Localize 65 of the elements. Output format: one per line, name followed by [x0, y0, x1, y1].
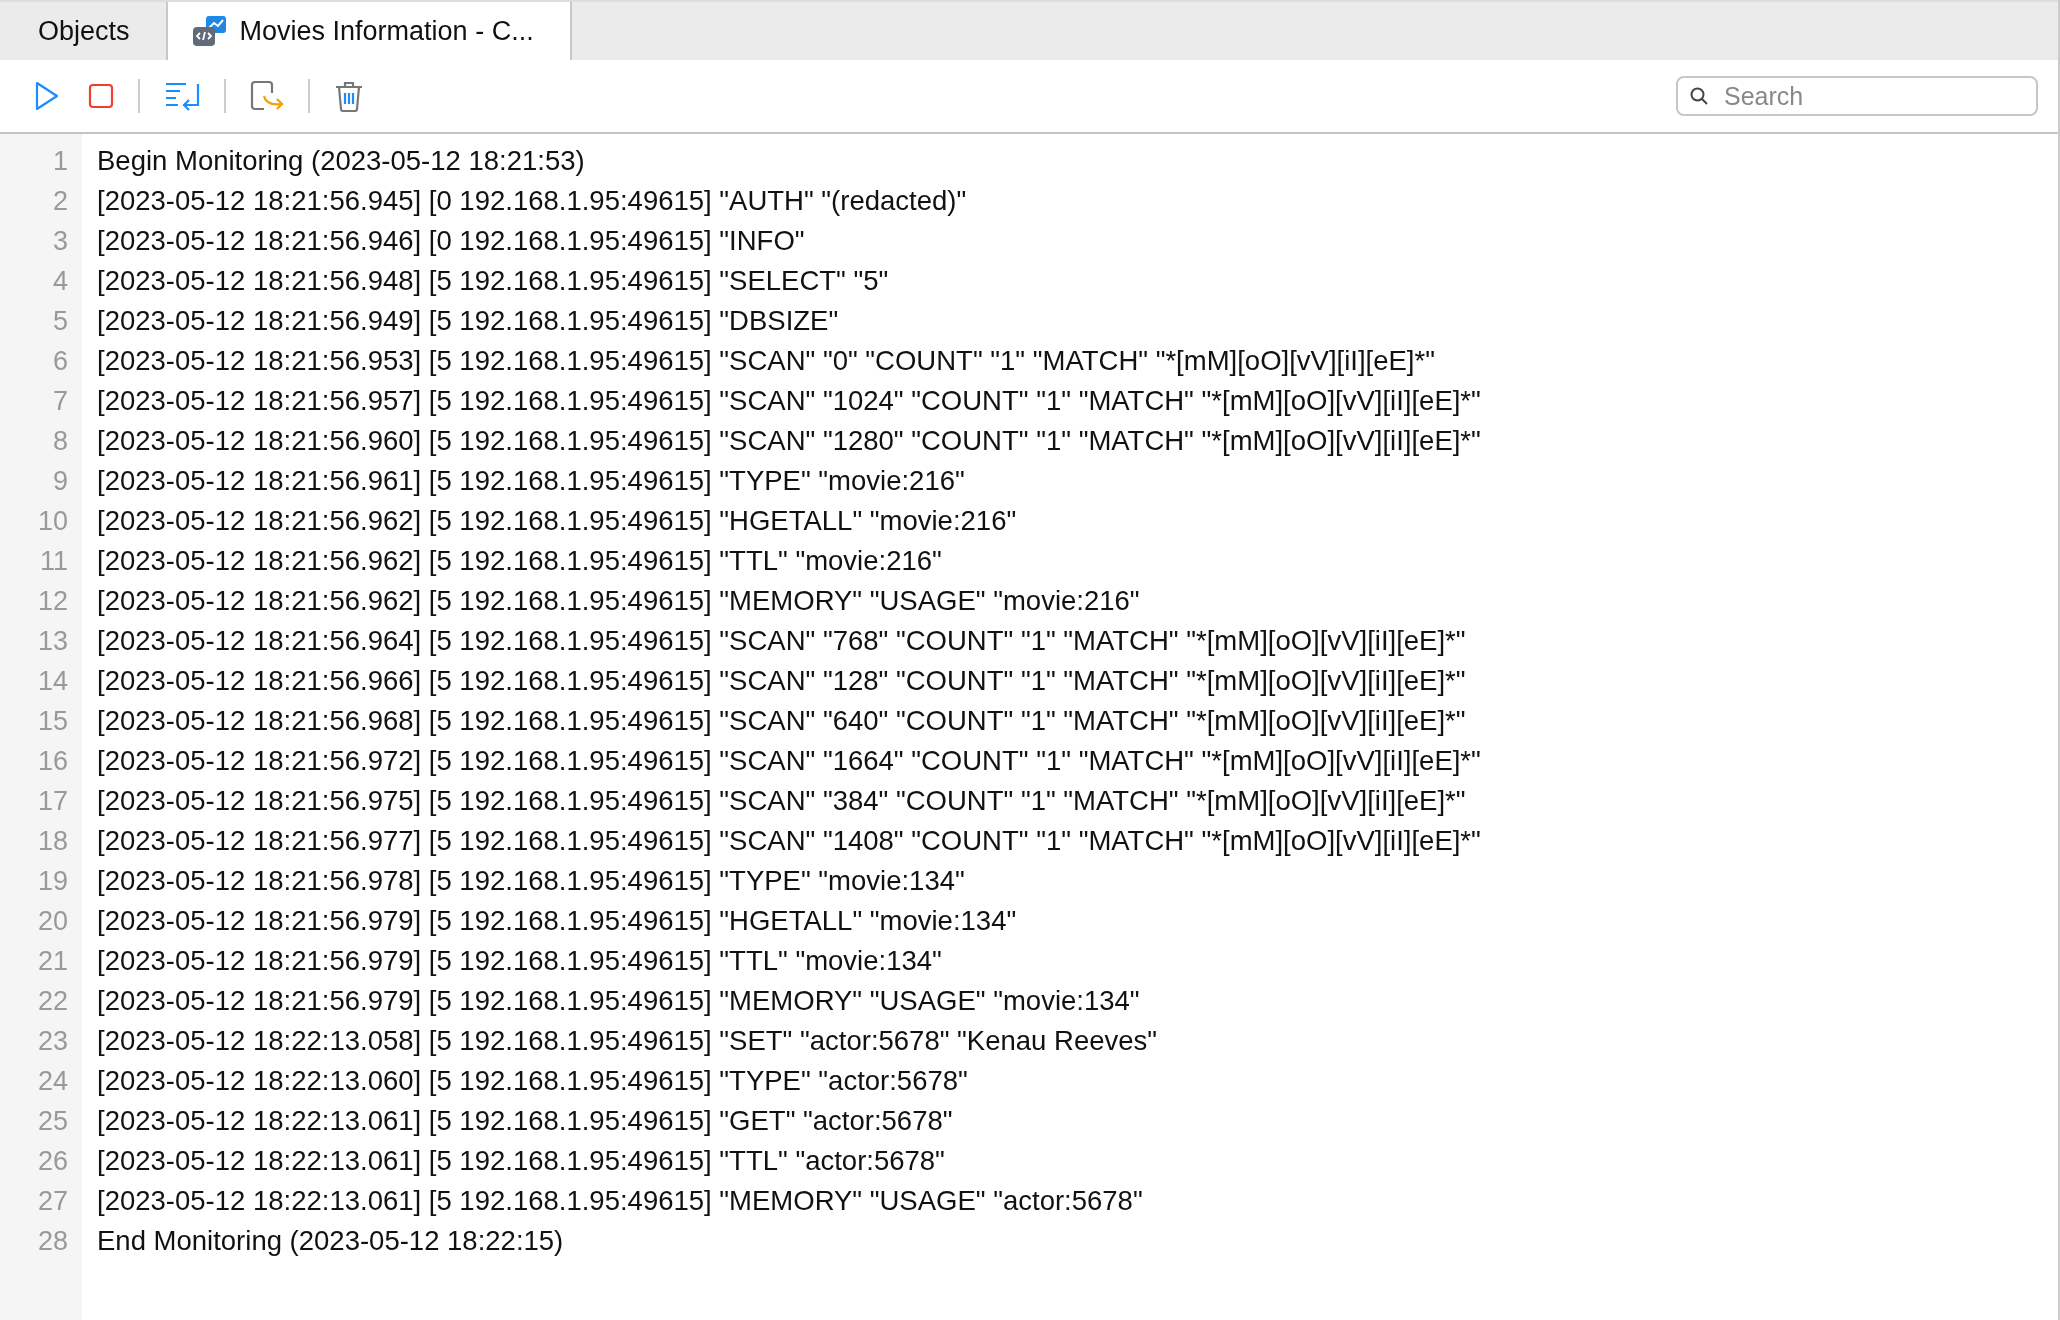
trash-icon [334, 80, 364, 112]
line-number: 4 [51, 265, 69, 298]
log-line: [2023-05-12 18:21:56.945] [0 192.168.1.95:49615] "AUTH" "(redacted)" [97, 184, 968, 218]
log-line: End Monitoring (2023-05-12 18:22:15) [97, 1224, 565, 1258]
line-number: 9 [51, 465, 69, 498]
line-number: 24 [36, 1065, 69, 1098]
line-number: 19 [36, 865, 69, 898]
log-line: [2023-05-12 18:21:56.978] [5 192.168.1.95:49615] "TYPE" "movie:134" [97, 864, 966, 898]
log-line: [2023-05-12 18:22:13.058] [5 192.168.1.95:49615] "SET" "actor:5678" "Kenau Reeves" [97, 1024, 1159, 1058]
log-line: [2023-05-12 18:22:13.061] [5 192.168.1.95:49615] "MEMORY" "USAGE" "actor:5678" [97, 1184, 1144, 1218]
search-field[interactable]: Search [1676, 76, 2038, 116]
log-line: [2023-05-12 18:21:56.975] [5 192.168.1.95:49615] "SCAN" "384" "COUNT" "1" "MATCH" "*[mM][oO][vV][iI][eE]*" [97, 784, 1467, 818]
line-number: 2 [51, 185, 69, 218]
log-line: [2023-05-12 18:21:56.966] [5 192.168.1.95:49615] "SCAN" "128" "COUNT" "1" "MATCH" "*[mM][oO][vV][iI][eE]*" [97, 664, 1467, 698]
export-icon [250, 80, 284, 112]
log-line: [2023-05-12 18:21:56.979] [5 192.168.1.95:49615] "TTL" "movie:134" [97, 944, 943, 978]
log-line: [2023-05-12 18:21:56.962] [5 192.168.1.95:49615] "MEMORY" "USAGE" "movie:216" [97, 584, 1141, 618]
log-line: [2023-05-12 18:21:56.961] [5 192.168.1.95:49615] "TYPE" "movie:216" [97, 464, 966, 498]
line-number: 7 [51, 385, 69, 418]
log-line: Begin Monitoring (2023-05-12 18:21:53) [97, 144, 586, 178]
log-line: [2023-05-12 18:21:56.949] [5 192.168.1.95:49615] "DBSIZE" [97, 304, 840, 338]
log-line: [2023-05-12 18:21:56.957] [5 192.168.1.95:49615] "SCAN" "1024" "COUNT" "1" "MATCH" "*[mM][oO][vV][iI][eE]*" [97, 384, 1481, 418]
log-line: [2023-05-12 18:21:56.979] [5 192.168.1.95:49615] "MEMORY" "USAGE" "movie:134" [97, 984, 1141, 1018]
log-line: [2023-05-12 18:22:13.061] [5 192.168.1.95:49615] "TTL" "actor:5678" [97, 1144, 946, 1178]
line-number: 3 [51, 225, 69, 258]
line-number: 21 [36, 945, 69, 978]
line-number: 15 [36, 705, 69, 738]
line-number: 22 [36, 985, 69, 1018]
log-line: [2023-05-12 18:21:56.960] [5 192.168.1.95:49615] "SCAN" "1280" "COUNT" "1" "MATCH" "*[mM][oO][vV][iI][eE]*" [97, 424, 1481, 458]
line-number: 11 [38, 545, 69, 578]
line-number: 8 [51, 425, 69, 458]
log-line: [2023-05-12 18:21:56.964] [5 192.168.1.95:49615] "SCAN" "768" "COUNT" "1" "MATCH" "*[mM][oO][vV][iI][eE]*" [97, 624, 1467, 658]
log-line: [2023-05-12 18:21:56.972] [5 192.168.1.95:49615] "SCAN" "1664" "COUNT" "1" "MATCH" "*[mM][oO][vV][iI][eE]*" [97, 744, 1481, 778]
line-number: 5 [51, 305, 69, 338]
play-icon [34, 81, 60, 111]
log-line: [2023-05-12 18:22:13.061] [5 192.168.1.95:49615] "GET" "actor:5678" [97, 1104, 954, 1138]
line-number: 26 [36, 1145, 69, 1178]
line-number: 23 [36, 1025, 69, 1058]
line-number: 14 [36, 665, 69, 698]
wrap-lines-icon [164, 81, 200, 111]
line-number: 20 [36, 905, 69, 938]
line-number: 28 [36, 1225, 69, 1258]
log-line: [2023-05-12 18:21:56.946] [0 192.168.1.95:49615] "INFO" [97, 224, 806, 258]
line-number: 10 [36, 505, 69, 538]
line-number: 16 [36, 745, 69, 778]
tab[interactable]: Movies Information - C... [167, 2, 572, 60]
log-line: [2023-05-12 18:21:56.962] [5 192.168.1.95:49615] "TTL" "movie:216" [97, 544, 943, 578]
search-icon [1689, 86, 1709, 106]
line-number: 25 [36, 1105, 69, 1138]
log-line: [2023-05-12 18:22:13.060] [5 192.168.1.95:49615] "TYPE" "actor:5678" [97, 1064, 969, 1098]
line-number: 12 [36, 585, 69, 618]
line-number: 6 [51, 345, 69, 378]
log-line: [2023-05-12 18:21:56.948] [5 192.168.1.95:49615] "SELECT" "5" [97, 264, 890, 298]
line-number: 13 [36, 625, 69, 658]
log-line: [2023-05-12 18:21:56.979] [5 192.168.1.95:49615] "HGETALL" "movie:134" [97, 904, 1018, 938]
line-number: 17 [36, 785, 69, 818]
log-line: [2023-05-12 18:21:56.953] [5 192.168.1.95:49615] "SCAN" "0" "COUNT" "1" "MATCH" "*[mM][oO][vV][iI][eE]*" [97, 344, 1436, 378]
log-line: [2023-05-12 18:21:56.977] [5 192.168.1.95:49615] "SCAN" "1408" "COUNT" "1" "MATCH" "*[mM][oO][vV][iI][eE]*" [97, 824, 1481, 858]
log-line: [2023-05-12 18:21:56.962] [5 192.168.1.95:49615] "HGETALL" "movie:216" [97, 504, 1018, 538]
line-number: 1 [51, 145, 69, 178]
query-document-icon [191, 15, 228, 47]
log-line: [2023-05-12 18:21:56.968] [5 192.168.1.95:49615] "SCAN" "640" "COUNT" "1" "MATCH" "*[mM][oO][vV][iI][eE]*" [97, 704, 1467, 738]
line-number: 27 [36, 1185, 69, 1218]
stop-icon [88, 83, 114, 109]
line-number: 18 [36, 825, 69, 858]
